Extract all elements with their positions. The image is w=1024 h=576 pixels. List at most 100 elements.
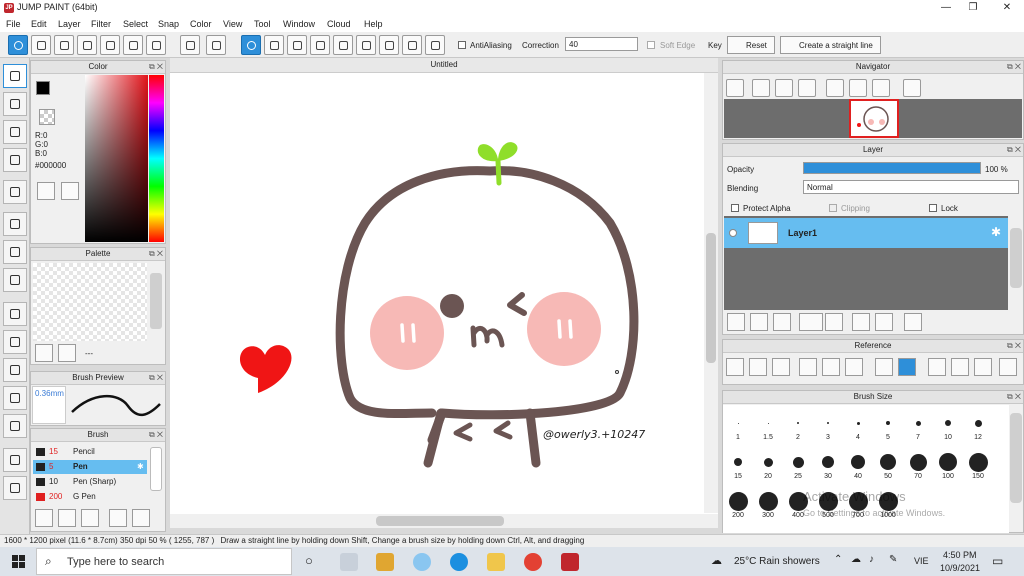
antialiasing-checkbox[interactable] xyxy=(458,41,466,49)
brush-item-g-pen[interactable]: 200 G Pen xyxy=(33,490,147,504)
crisscross-snap-button[interactable] xyxy=(287,35,307,55)
ref-zoom-out-button[interactable] xyxy=(845,358,863,376)
vertical-scroll-thumb[interactable] xyxy=(706,233,716,363)
brush-size-dot[interactable] xyxy=(728,491,748,511)
brush-size-dot[interactable] xyxy=(915,420,921,426)
delete-layer-button[interactable] xyxy=(904,313,922,331)
brush-size-scrollbar[interactable] xyxy=(1010,413,1022,503)
layer-scrollbar[interactable] xyxy=(1010,228,1022,288)
brush-size-dot[interactable] xyxy=(939,453,957,471)
new-brush-button[interactable] xyxy=(58,509,76,527)
layer-folder-button[interactable] xyxy=(825,313,843,331)
panel-controls-icon[interactable]: ⧉ ✕ xyxy=(149,249,163,259)
brush-size-dot[interactable] xyxy=(909,453,927,471)
tool-gradient[interactable] xyxy=(3,268,27,292)
visibility-icon[interactable] xyxy=(729,229,737,237)
brush-size-dot[interactable] xyxy=(856,421,860,425)
clock-time[interactable]: 4:50 PM xyxy=(943,550,977,560)
navigator-thumbnail[interactable] xyxy=(849,99,899,138)
vanishing-point-button[interactable] xyxy=(310,35,330,55)
clock-date[interactable]: 10/9/2021 xyxy=(940,563,980,573)
foreground-color-swatch[interactable] xyxy=(36,81,50,95)
brush-size-dot[interactable] xyxy=(974,419,982,427)
protect-alpha-checkbox[interactable] xyxy=(731,204,739,212)
color-wheel-button[interactable] xyxy=(37,182,55,200)
undo-button[interactable] xyxy=(180,35,200,55)
ref-flip-button[interactable] xyxy=(974,358,992,376)
ref-folder-button[interactable] xyxy=(749,358,767,376)
brush-list-scrollbar[interactable] xyxy=(150,447,162,491)
chevron-up-icon[interactable]: ⌃ xyxy=(834,554,842,565)
panel-controls-icon[interactable]: ⧉ ✕ xyxy=(149,62,163,72)
color-picker-button[interactable] xyxy=(61,182,79,200)
brush-item-pencil[interactable]: 15 Pencil xyxy=(33,445,147,459)
tool-lasso[interactable] xyxy=(3,330,27,354)
menu-snap[interactable]: Snap xyxy=(158,19,179,29)
menu-view[interactable]: View xyxy=(223,19,242,29)
delete-palette-icon[interactable] xyxy=(58,344,76,362)
pen-input-icon[interactable]: ✎ xyxy=(889,554,897,565)
brush-size-dot[interactable] xyxy=(797,422,799,424)
minimize-button[interactable]: — xyxy=(931,0,961,16)
document-button[interactable] xyxy=(123,35,143,55)
panel-controls-icon[interactable]: ⧉ ✕ xyxy=(149,373,163,383)
menu-help[interactable]: Help xyxy=(364,19,383,29)
edge-icon[interactable] xyxy=(450,553,468,571)
tool-select-rect[interactable] xyxy=(3,302,27,326)
ref-rotate-right-button[interactable] xyxy=(951,358,969,376)
tool-rect[interactable] xyxy=(3,120,27,144)
panel-controls-icon[interactable]: ⧉ ✕ xyxy=(1007,145,1021,155)
panel-controls-icon[interactable]: ⧉ ✕ xyxy=(1007,392,1021,402)
tool-text[interactable] xyxy=(3,448,27,472)
panel-controls-icon[interactable]: ⧉ ✕ xyxy=(149,430,163,440)
drawing-canvas[interactable]: @owerly3.+10247 xyxy=(170,73,718,528)
create-straight-line-button[interactable]: Create a straight line xyxy=(780,36,881,54)
document-tab[interactable]: Untitled xyxy=(170,58,718,73)
radial-snap-button[interactable] xyxy=(333,35,353,55)
tool-bucket[interactable] xyxy=(3,240,27,264)
taskbar-search-box[interactable]: ⌕ Type here to search xyxy=(36,548,292,575)
parallel-snap-button[interactable] xyxy=(264,35,284,55)
concentric-snap-button[interactable] xyxy=(356,35,376,55)
gear-icon[interactable]: ✱ xyxy=(137,460,144,474)
tool-select-pen[interactable] xyxy=(3,386,27,410)
palette-scrollbar[interactable] xyxy=(150,273,162,329)
notifications-icon[interactable]: ▭ xyxy=(992,554,1003,568)
brush-size-dot[interactable] xyxy=(758,491,778,511)
tool-pen[interactable] xyxy=(3,64,27,88)
brush-menu-button[interactable] xyxy=(81,509,99,527)
tool-magic-wand[interactable] xyxy=(3,358,27,382)
zoom-out-button[interactable] xyxy=(798,79,816,97)
menu-window[interactable]: Window xyxy=(283,19,315,29)
close-button[interactable]: ✕ xyxy=(992,0,1022,16)
panel-controls-icon[interactable]: ⧉ ✕ xyxy=(1007,341,1021,351)
soft-edge-checkbox[interactable] xyxy=(647,41,655,49)
page-button[interactable] xyxy=(100,35,120,55)
brush-item-pen[interactable]: 5 Pen ✱ xyxy=(33,460,147,474)
brush-size-dot[interactable] xyxy=(767,422,769,424)
zoom-in-button[interactable] xyxy=(726,79,744,97)
menu-filter[interactable]: Filter xyxy=(91,19,111,29)
volume-icon[interactable]: ♪ xyxy=(869,554,874,565)
menu-color[interactable]: Color xyxy=(190,19,212,29)
hue-slider[interactable] xyxy=(149,75,164,242)
rotate-left-button[interactable] xyxy=(826,79,844,97)
restore-button[interactable]: ❐ xyxy=(958,0,988,16)
flip-button[interactable] xyxy=(872,79,890,97)
clipping-checkbox[interactable] xyxy=(829,204,837,212)
navigator-viewport[interactable] xyxy=(724,99,1022,138)
file-explorer-icon[interactable] xyxy=(487,553,505,571)
weather-text[interactable]: 25°C Rain showers xyxy=(734,556,820,567)
canvas-horizontal-scrollbar[interactable] xyxy=(170,514,718,528)
palette-swatch-area[interactable] xyxy=(33,263,147,341)
ref-close-button[interactable] xyxy=(772,358,790,376)
copy-layer-button[interactable] xyxy=(852,313,870,331)
menu-layer[interactable]: Layer xyxy=(58,19,81,29)
chrome-icon[interactable] xyxy=(524,553,542,571)
snap-off-button[interactable] xyxy=(241,35,261,55)
brush-folder-button[interactable] xyxy=(132,509,150,527)
brush-size-dot[interactable] xyxy=(886,421,890,425)
fit-button[interactable] xyxy=(775,79,793,97)
start-button[interactable] xyxy=(0,547,36,576)
brush-size-dot[interactable] xyxy=(763,457,773,467)
